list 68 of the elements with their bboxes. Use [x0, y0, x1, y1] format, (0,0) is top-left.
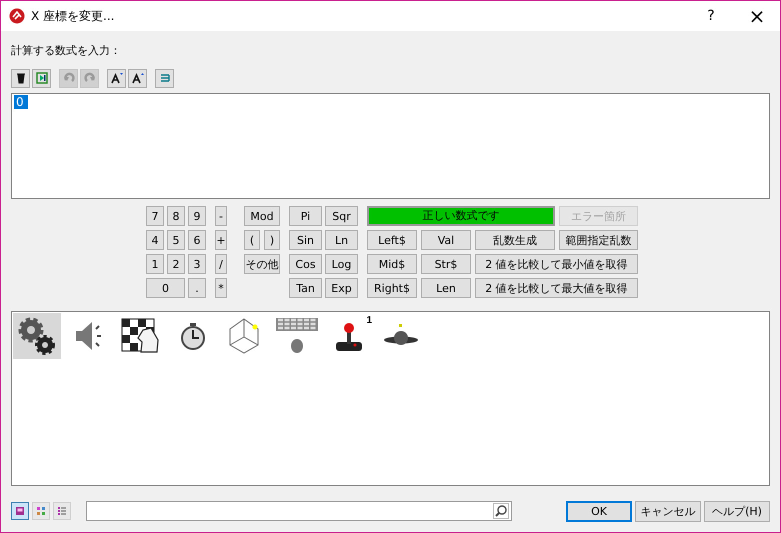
category-tile[interactable]: 1 — [325, 313, 373, 359]
function-button[interactable]: Val — [421, 230, 471, 250]
key-button[interactable]: 8 — [167, 206, 185, 226]
function-button[interactable]: Right$ — [367, 278, 417, 298]
key-button[interactable]: + — [215, 230, 227, 250]
list-icon — [57, 506, 67, 516]
prompt-label: 計算する数式を入力： — [11, 43, 122, 59]
insert-icon[interactable] — [32, 68, 51, 88]
grid-icon — [36, 506, 46, 516]
function-button[interactable]: Ln — [325, 230, 358, 250]
key-button[interactable]: 3 — [188, 254, 206, 274]
small-icons-view-button[interactable] — [32, 502, 50, 520]
help-button[interactable]: ヘルプ(H) — [704, 500, 770, 522]
key-button[interactable]: 0 — [146, 278, 185, 298]
key-button[interactable]: 7 — [146, 206, 164, 226]
font-size-icon[interactable] — [107, 68, 126, 88]
app-icon — [9, 8, 25, 24]
search-field[interactable] — [86, 501, 512, 521]
key-button[interactable]: - — [215, 206, 227, 226]
function-button[interactable]: Pi — [289, 206, 322, 226]
key-button[interactable]: 2 — [167, 254, 185, 274]
stopwatch-icon — [178, 321, 208, 351]
function-button[interactable]: Exp — [325, 278, 358, 298]
gears-icon — [17, 316, 57, 356]
wrap-icon[interactable] — [155, 68, 174, 88]
key-button[interactable]: / — [215, 254, 227, 274]
expression-text: 0 — [14, 95, 28, 109]
key-button[interactable]: 6 — [188, 230, 206, 250]
function-button[interactable]: 乱数生成 — [475, 230, 555, 250]
picture-view-icon — [15, 506, 25, 516]
cancel-button[interactable]: キャンセル — [635, 500, 701, 522]
function-button[interactable]: 2 値を比較して最大値を取得 — [475, 278, 638, 298]
mod-button[interactable]: Mod — [244, 206, 280, 226]
key-button[interactable]: . — [188, 278, 206, 298]
function-button[interactable]: Str$ — [421, 254, 471, 274]
ok-button[interactable]: OK — [566, 500, 632, 522]
function-button[interactable]: Cos — [289, 254, 322, 274]
key-button[interactable]: 5 — [167, 230, 185, 250]
key-button[interactable]: 9 — [188, 206, 206, 226]
function-button[interactable]: Sin — [289, 230, 322, 250]
other-button[interactable]: その他 — [244, 254, 280, 274]
function-button[interactable]: Log — [325, 254, 358, 274]
font-size-icon[interactable] — [128, 68, 147, 88]
list-view-button[interactable] — [53, 502, 71, 520]
function-button[interactable]: 範囲指定乱数 — [559, 230, 638, 250]
function-button[interactable]: Mid$ — [367, 254, 417, 274]
keyboard-mouse-icon — [275, 317, 319, 355]
large-icons-view-button[interactable] — [11, 502, 29, 520]
category-tile[interactable] — [13, 313, 61, 359]
key-button[interactable]: 1 — [146, 254, 164, 274]
function-button[interactable]: Tan — [289, 278, 322, 298]
function-button[interactable]: 2 値を比較して最小値を取得 — [475, 254, 638, 274]
expression-editor[interactable]: 0 — [11, 93, 770, 199]
help-button[interactable]: ? — [688, 1, 734, 31]
status-indicator: 正しい数式です — [367, 206, 555, 226]
badge-count: 1 — [366, 315, 372, 326]
search-icon — [493, 503, 509, 519]
function-button[interactable]: Sqr — [325, 206, 358, 226]
close-button[interactable]: × — [734, 1, 780, 31]
function-button[interactable]: Left$ — [367, 230, 417, 250]
trash-icon[interactable] — [11, 68, 30, 88]
open-paren-button[interactable]: ( — [244, 230, 260, 250]
close-paren-button[interactable]: ) — [264, 230, 280, 250]
window-title: X 座標を変更... — [31, 8, 116, 24]
chess-knight-icon — [121, 318, 161, 354]
key-button[interactable]: * — [215, 278, 227, 298]
key-button[interactable]: 4 — [146, 230, 164, 250]
function-button[interactable]: Len — [421, 278, 471, 298]
